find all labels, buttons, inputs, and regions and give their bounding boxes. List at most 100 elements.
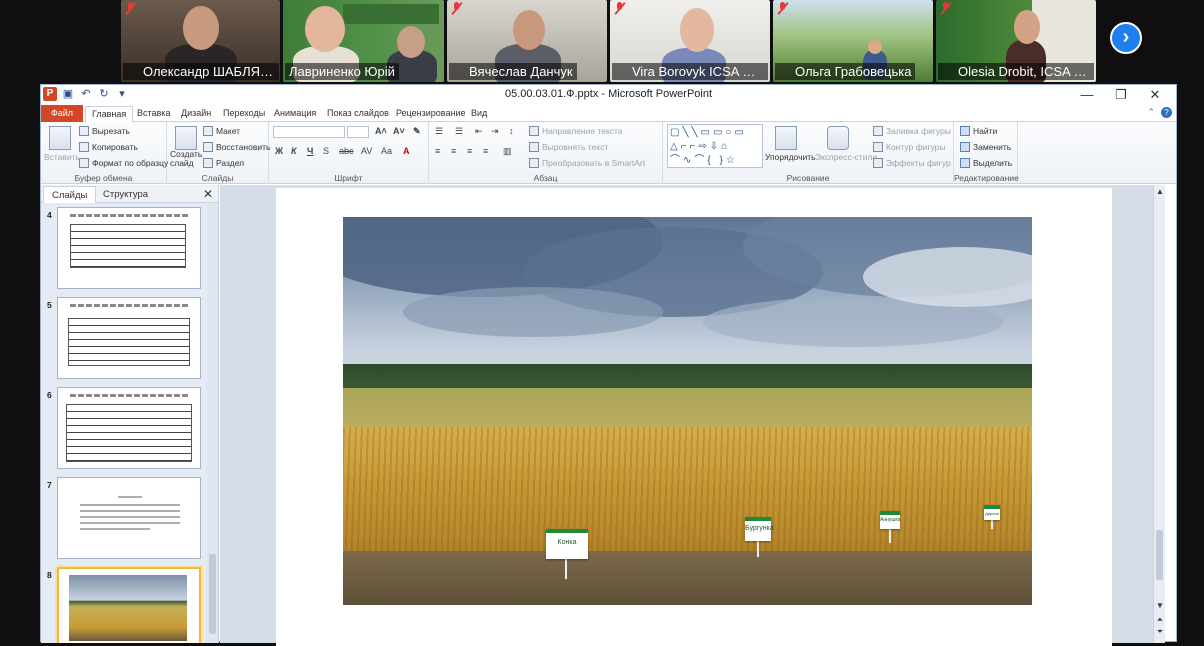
columns-icon[interactable]: ▥ bbox=[503, 146, 512, 157]
slide-thumbnail[interactable] bbox=[57, 207, 201, 289]
convert-smartart-button[interactable]: Преобразовать в SmartArt bbox=[529, 158, 645, 168]
clear-format-icon[interactable]: ✎ bbox=[413, 126, 421, 137]
close-icon[interactable]: ✕ bbox=[203, 187, 213, 201]
grow-font-icon[interactable]: A˄ bbox=[375, 126, 387, 136]
tab-slideshow[interactable]: Показ слайдов bbox=[327, 105, 389, 122]
group-drawing: ▢╲╲▭▭○▭ △⌐⌐⇨⇩⌂ ⌒∿⌒{ }☆ Упорядочить Экспр… bbox=[663, 122, 954, 184]
increase-indent-icon[interactable]: ⇥ bbox=[491, 126, 499, 137]
shape-effects-button[interactable]: Эффекты фигур bbox=[873, 158, 951, 168]
group-label: Буфер обмена bbox=[74, 173, 133, 183]
mic-off-icon bbox=[777, 2, 789, 15]
tab-insert[interactable]: Вставка bbox=[137, 105, 170, 122]
tab-transitions[interactable]: Переходы bbox=[223, 105, 265, 122]
layout-button[interactable]: Макет bbox=[203, 126, 240, 136]
format-painter-button[interactable]: Формат по образцу bbox=[79, 158, 168, 168]
group-editing: Найти Заменить Выделить Редактирование bbox=[954, 122, 1019, 184]
shadow-icon[interactable]: S bbox=[323, 146, 329, 156]
tab-slides[interactable]: Слайды bbox=[43, 186, 97, 203]
strikethrough-icon[interactable]: abc bbox=[339, 146, 354, 156]
align-center-icon[interactable]: ≡ bbox=[451, 146, 456, 156]
numbering-icon[interactable]: ☰ bbox=[455, 126, 463, 137]
align-text-button[interactable]: Выровнять текст bbox=[529, 142, 608, 152]
underline-icon[interactable]: Ч bbox=[307, 146, 313, 156]
change-case-icon[interactable]: Aa bbox=[381, 146, 392, 156]
slide-thumbnail[interactable] bbox=[57, 387, 201, 469]
current-slide[interactable]: Конка Бургунка Аннушка Дарина bbox=[276, 188, 1112, 646]
screen: Олександр ШАБЛЯ І... Лавриненко Юрій Вяч… bbox=[0, 0, 1204, 646]
chevron-right-icon: › bbox=[1122, 26, 1130, 48]
reset-button[interactable]: Восстановить bbox=[203, 142, 270, 152]
restore-icon[interactable]: ❐ bbox=[1104, 85, 1138, 105]
participant-tile[interactable]: Ольга Грабовецька bbox=[773, 0, 933, 82]
group-paragraph: ☰ ☰ ⇤ ⇥ ↕ ≡ ≡ ≡ ≡ ▥ Направление текста В… bbox=[429, 122, 663, 184]
bullets-icon[interactable]: ☰ bbox=[435, 126, 443, 137]
collapse-ribbon-icon[interactable]: ⌃ bbox=[1147, 107, 1155, 118]
editor-scrollbar[interactable]: ▲ ▼ ⏶ ⏷ bbox=[1153, 185, 1165, 643]
minimize-icon[interactable]: — bbox=[1070, 85, 1104, 105]
group-label: Шрифт bbox=[334, 173, 363, 183]
participant-tile[interactable]: Вячеслав Данчук bbox=[447, 0, 607, 82]
tab-file[interactable]: Файл bbox=[41, 105, 83, 122]
ribbon-tabs: Файл Главная Вставка Дизайн Переходы Ани… bbox=[41, 105, 1176, 123]
scissors-icon bbox=[79, 126, 89, 136]
shape-outline-button[interactable]: Контур фигуры bbox=[873, 142, 945, 152]
font-name-combobox[interactable] bbox=[273, 126, 345, 138]
help-icon[interactable]: ? bbox=[1161, 107, 1172, 118]
new-slide-button[interactable]: Создать слайд bbox=[170, 150, 202, 168]
quick-styles-icon[interactable] bbox=[827, 126, 849, 150]
participant-tile[interactable]: Vira Borovyk ICSA NA... bbox=[610, 0, 770, 82]
variety-sign: Дарина bbox=[984, 505, 1000, 520]
scroll-down-icon[interactable]: ▼ bbox=[1155, 601, 1165, 610]
shrink-font-icon[interactable]: A˅ bbox=[393, 126, 405, 136]
arrange-button[interactable]: Упорядочить bbox=[765, 152, 816, 162]
replace-button[interactable]: Заменить bbox=[960, 142, 1011, 152]
cut-button[interactable]: Вырезать bbox=[79, 126, 130, 136]
font-color-icon[interactable]: A bbox=[403, 146, 410, 156]
decrease-indent-icon[interactable]: ⇤ bbox=[475, 126, 483, 137]
participant-tile[interactable]: Olesia Drobit, ICSA N... bbox=[936, 0, 1096, 82]
participant-tile[interactable]: Олександр ШАБЛЯ І... bbox=[121, 0, 280, 82]
slide-thumbnail[interactable] bbox=[57, 477, 201, 559]
tab-review[interactable]: Рецензирование bbox=[396, 105, 466, 122]
align-right-icon[interactable]: ≡ bbox=[467, 146, 472, 156]
justify-icon[interactable]: ≡ bbox=[483, 146, 488, 156]
paste-button[interactable]: Вставить bbox=[44, 152, 80, 162]
previous-slide-icon[interactable]: ⏶ bbox=[1155, 615, 1165, 625]
close-icon[interactable]: ✕ bbox=[1138, 85, 1172, 105]
italic-icon[interactable]: К bbox=[291, 146, 297, 156]
shapes-gallery[interactable]: ▢╲╲▭▭○▭ △⌐⌐⇨⇩⌂ ⌒∿⌒{ }☆ bbox=[667, 124, 763, 168]
next-slide-icon[interactable]: ⏷ bbox=[1155, 627, 1165, 637]
font-size-combobox[interactable] bbox=[347, 126, 369, 138]
section-button[interactable]: Раздел bbox=[203, 158, 244, 168]
paste-icon[interactable] bbox=[49, 126, 71, 150]
spacing-icon[interactable]: AV bbox=[361, 146, 372, 156]
tab-design[interactable]: Дизайн bbox=[181, 105, 211, 122]
slide-thumbnail[interactable] bbox=[57, 297, 201, 379]
tab-animation[interactable]: Анимация bbox=[274, 105, 316, 122]
slide-thumbnail-selected[interactable] bbox=[57, 567, 201, 643]
line-spacing-icon[interactable]: ↕ bbox=[509, 126, 514, 136]
wheat-field-photo[interactable]: Конка Бургунка Аннушка Дарина bbox=[343, 217, 1032, 605]
window-title: 05.00.03.01.Ф.pptx - Microsoft PowerPoin… bbox=[504, 88, 713, 100]
text-direction-button[interactable]: Направление текста bbox=[529, 126, 623, 136]
participant-tile-active-speaker[interactable]: Лавриненко Юрій bbox=[283, 0, 444, 82]
pane-scrollbar[interactable] bbox=[207, 204, 218, 643]
tab-home[interactable]: Главная bbox=[85, 106, 134, 123]
new-slide-icon[interactable] bbox=[175, 126, 197, 150]
select-button[interactable]: Выделить bbox=[960, 158, 1012, 168]
find-button[interactable]: Найти bbox=[960, 126, 997, 136]
scroll-up-icon[interactable]: ▲ bbox=[1155, 187, 1165, 196]
video-strip: Олександр ШАБЛЯ І... Лавриненко Юрій Вяч… bbox=[0, 0, 1204, 84]
copy-button[interactable]: Копировать bbox=[79, 142, 138, 152]
shape-fill-button[interactable]: Заливка фигуры bbox=[873, 126, 951, 136]
arrange-icon[interactable] bbox=[775, 126, 797, 150]
tab-outline[interactable]: Структура bbox=[95, 186, 156, 203]
variety-sign: Конка bbox=[546, 529, 588, 559]
align-text-icon bbox=[529, 142, 539, 152]
tab-view[interactable]: Вид bbox=[471, 105, 487, 122]
bold-icon[interactable]: Ж bbox=[275, 146, 283, 156]
quick-styles-button[interactable]: Экспресс-стили bbox=[815, 152, 877, 162]
next-page-button[interactable]: › bbox=[1110, 22, 1142, 54]
soil bbox=[343, 550, 1032, 605]
align-left-icon[interactable]: ≡ bbox=[435, 146, 440, 156]
